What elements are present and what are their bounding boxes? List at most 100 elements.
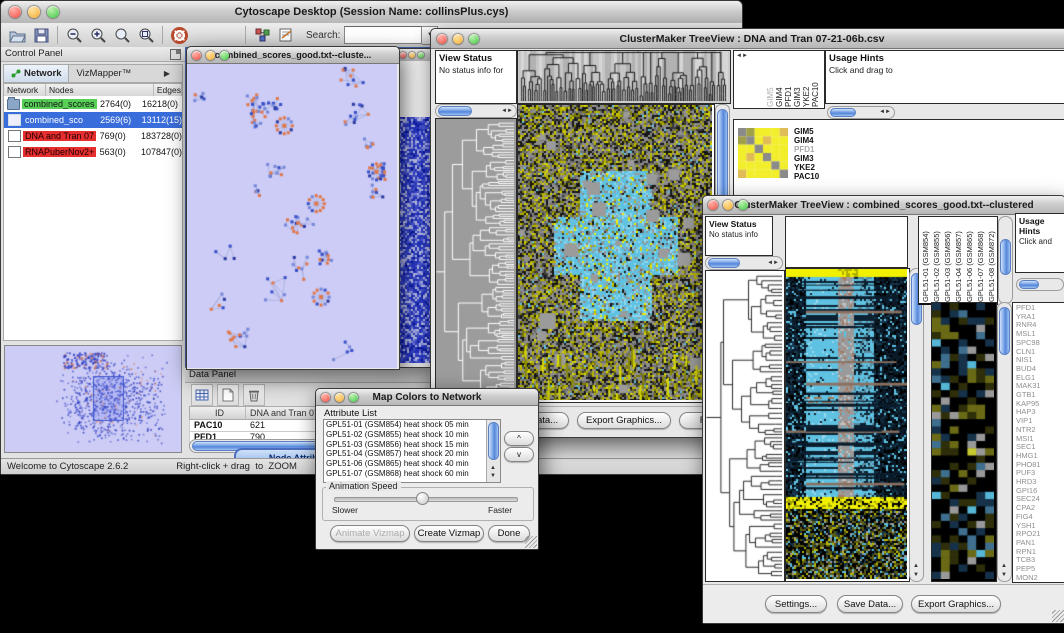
column-dendrogram-box[interactable] [517,50,731,104]
array-column-label[interactable]: GPL51-07 (GSM868) [976,218,987,302]
scrollbar-thumb[interactable] [708,258,740,268]
row-dendrogram-canvas[interactable] [706,271,782,579]
close-icon[interactable] [192,51,201,60]
scrollbar-thumb[interactable] [438,106,472,116]
zoom-out-button[interactable] [62,25,86,45]
network-view-titlebar[interactable]: combined_scores_good.txt--cluste... [187,47,399,64]
treeview-dna-titlebar[interactable]: ClusterMaker TreeView : DNA and Tran 07-… [431,29,1064,49]
attribute-list-item[interactable]: GPL51-03 (GSM856) heat shock 15 min [324,440,500,450]
birds-eye-canvas[interactable] [5,346,179,450]
new-attribute-button[interactable] [217,384,239,406]
annotation-button[interactable] [274,25,298,45]
gene-column-label[interactable]: GIM3 [793,52,802,107]
attribute-list-item[interactable]: GPL51-07 (GSM868) heat shock 60 min [324,469,500,479]
scrollbar-thumb[interactable] [1019,280,1039,289]
close-icon[interactable] [9,6,21,18]
array-column-label[interactable]: GPL51-08 (GSM872) [987,218,998,302]
heatmap-vscrollbar[interactable]: ▲ ▼ [909,268,924,582]
save-data-button[interactable]: Save Data... [837,595,903,613]
zoom-window-icon[interactable] [469,34,479,44]
zoom-window-icon[interactable] [738,200,748,210]
gene-column-label[interactable]: PFD1 [784,52,793,107]
network-list-row[interactable]: DNA and Tran 07 769(0) 183728(0) [4,128,182,144]
resize-grip[interactable] [1052,610,1064,622]
scroll-up-icon[interactable]: ▲ [913,563,919,569]
zoom-window-icon[interactable] [418,52,424,58]
vizmapper-shortcut-button[interactable] [250,25,274,45]
scroll-arrows-icon[interactable]: ◄► [879,109,891,115]
help-button[interactable] [167,25,191,45]
gene-row-label[interactable]: PAC10 [794,172,819,181]
heatmap-global-canvas[interactable] [518,105,712,400]
search-input[interactable] [344,26,422,44]
tab-vizmapper[interactable]: VizMapper™ [69,65,138,82]
close-icon[interactable] [708,200,718,210]
export-graphics-button[interactable]: Export Graphics... [577,412,671,429]
column-dendrogram-canvas[interactable] [518,51,728,101]
close-icon[interactable] [400,52,406,58]
row-dendrogram-box[interactable] [435,118,517,403]
network-list-row[interactable]: combined_sco 2569(6) 13112(15) [4,112,182,128]
minimize-icon[interactable] [453,34,463,44]
gene-column-label[interactable]: PAC10 [811,52,820,107]
export-graphics-button[interactable]: Export Graphics... [911,595,1001,613]
usage-hscrollbar[interactable]: ◄► [827,106,895,119]
row-dendrogram-canvas[interactable] [436,119,514,400]
minimize-icon[interactable] [28,6,40,18]
float-panel-icon[interactable] [170,49,181,60]
zoom-window-icon[interactable] [47,6,59,18]
gene-row-label[interactable]: GIM3 [794,154,819,163]
scrollbar-thumb[interactable] [999,307,1010,355]
zoom-vscrollbar[interactable]: ▲ ▼ [997,302,1012,582]
heatmap-zoom-box[interactable] [931,302,997,582]
scroll-down-icon[interactable]: ▼ [913,572,919,578]
zoom-window-icon[interactable] [220,51,229,60]
scroll-up-icon[interactable]: ▲ [1001,563,1007,569]
open-session-button[interactable] [5,25,29,45]
zoom-fit-button[interactable] [134,25,158,45]
attribute-list-item[interactable]: GPL51-04 (GSM857) heat shock 20 min [324,449,500,459]
dendrogram-hscrollbar[interactable]: ◄► [705,256,783,270]
array-column-label[interactable]: GPL51-06 (GSM865) [965,218,976,302]
map-colors-titlebar[interactable]: Map Colors to Network [316,389,538,406]
resize-grip[interactable] [525,536,537,548]
close-icon[interactable] [321,393,330,402]
scroll-arrows-icon[interactable]: ◄► [767,260,779,266]
move-down-button[interactable]: v [504,447,534,462]
attribute-list-item[interactable]: GPL51-06 (GSM865) heat shock 40 min [324,459,500,469]
scroll-down-icon[interactable]: ▼ [1001,572,1007,578]
minimize-icon[interactable] [723,200,733,210]
heatmap-global-box[interactable] [785,268,910,582]
move-up-button[interactable]: ^ [504,431,534,446]
more-tabs-button[interactable]: ▶ [152,65,182,82]
gene-column-label[interactable]: YKE2 [802,52,811,107]
zoom-selected-button[interactable] [110,25,134,45]
dendrogram-hscrollbar[interactable]: ◄► [435,104,517,118]
scrollbar-thumb[interactable] [488,422,499,460]
network-list-row[interactable]: combined_scores 2764(0) 16218(0) [4,96,182,112]
scrollbar-thumb[interactable] [830,108,856,117]
scroll-down-icon[interactable]: ▼ [490,473,496,479]
heatmap-global-canvas[interactable] [786,269,907,579]
scrollbar-thumb[interactable] [1000,239,1011,275]
usage-hscrollbar[interactable] [1016,278,1064,291]
attribute-list-item[interactable]: GPL51-02 (GSM855) heat shock 10 min [324,430,500,440]
list-vscrollbar[interactable]: ▲ ▼ [486,420,500,482]
array-column-label[interactable]: GPL51-02 (GSM855) [932,218,943,302]
main-titlebar[interactable]: Cytoscape Desktop (Session Name: collins… [1,1,742,24]
heatmap-zoom-canvas[interactable] [932,303,994,579]
minimize-icon[interactable] [335,393,344,402]
scroll-left-icon[interactable]: ◄► [736,53,748,59]
array-column-label[interactable]: GPL51-04 (GSM857) [954,218,965,302]
attribute-list-item[interactable]: GPL51-01 (GSM854) heat shock 05 min [324,420,500,430]
gene-row-label[interactable]: GIM5 [794,127,819,136]
gene-row-label[interactable]: PFD1 [794,145,819,154]
gene-row-label[interactable]: YKE2 [794,163,819,172]
zoom-in-button[interactable] [86,25,110,45]
minimize-icon[interactable] [409,52,415,58]
attribute-grid-button[interactable] [191,384,213,406]
treeview-combined-titlebar[interactable]: ClusterMaker TreeView : combined_scores_… [703,196,1064,215]
column-dendrogram-box[interactable] [785,216,908,268]
gene-row-label[interactable]: GIM4 [794,136,819,145]
delete-attribute-button[interactable] [243,384,265,406]
